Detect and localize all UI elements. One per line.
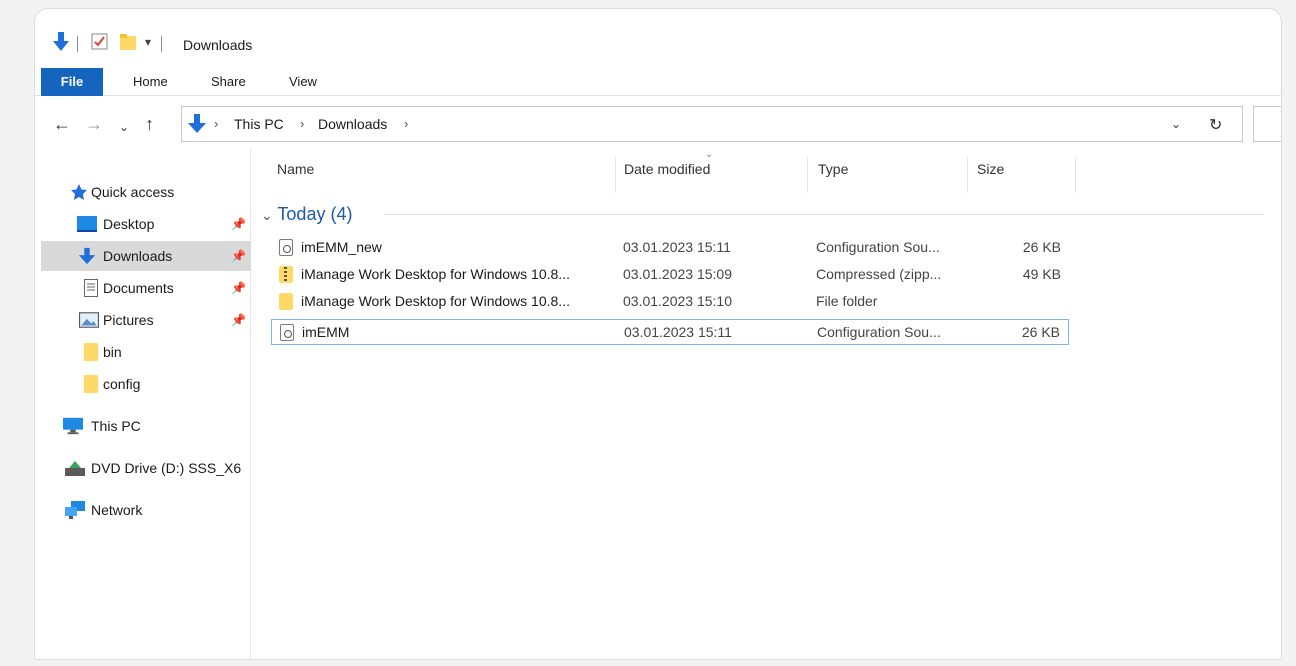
sidebar-item-label: DVD Drive (D:) SSS_X6 — [91, 460, 242, 476]
breadcrumb-this-pc[interactable]: This PC — [234, 116, 284, 132]
customize-toolbar-icon[interactable]: ▾ — [145, 35, 151, 49]
file-name: imEMM — [302, 324, 350, 340]
file-row[interactable]: iManage Work Desktop for Windows 10.8...… — [271, 262, 1069, 288]
computer-icon — [63, 417, 83, 435]
recent-locations-chevron-icon[interactable]: ⌄ — [119, 118, 129, 136]
tab-view[interactable]: View — [289, 68, 317, 96]
file-date: 03.01.2023 15:09 — [623, 266, 732, 282]
sidebar-item-config[interactable]: config — [43, 369, 251, 399]
group-label: Today (4) — [277, 204, 353, 224]
file-size: 49 KB — [1022, 266, 1061, 282]
pin-icon[interactable]: 📌 — [231, 273, 246, 303]
sidebar-item-network[interactable]: Network — [43, 495, 251, 525]
sidebar-item-label: Documents — [103, 280, 174, 296]
sidebar-item-label: Downloads — [103, 248, 173, 264]
sidebar-item-label: config — [103, 376, 141, 392]
network-icon — [65, 501, 85, 519]
breadcrumb-chevron-icon[interactable]: › — [214, 116, 218, 131]
collapse-chevron-icon[interactable]: ⌄ — [261, 207, 273, 223]
back-arrow-icon[interactable]: ← — [53, 115, 71, 133]
sidebar-item-label: Desktop — [103, 216, 155, 232]
sidebar-item-bin[interactable]: bin — [43, 337, 251, 367]
title-separator — [161, 36, 162, 52]
pin-icon[interactable]: 📌 — [231, 209, 246, 239]
file-type: File folder — [816, 293, 878, 309]
desktop-icon — [77, 216, 97, 232]
sidebar-item-pictures[interactable]: Pictures 📌 — [43, 305, 251, 335]
sidebar-item-documents[interactable]: Documents 📌 — [43, 273, 251, 303]
download-arrow-icon — [78, 247, 96, 265]
sort-chevron-icon: ⌄ — [705, 149, 714, 160]
star-icon — [71, 184, 87, 200]
file-row[interactable]: imEMM 03.01.2023 15:11 Configuration Sou… — [271, 319, 1069, 345]
refresh-icon[interactable]: ↻ — [1209, 115, 1222, 135]
column-header-name[interactable]: Name — [277, 161, 314, 177]
new-folder-icon[interactable] — [119, 33, 137, 51]
address-history-chevron-icon[interactable]: ⌄ — [1171, 117, 1181, 131]
tab-file[interactable]: File — [41, 68, 103, 96]
column-divider[interactable] — [967, 157, 968, 193]
sidebar-item-label: This PC — [91, 418, 141, 434]
file-explorer-window: ▾ Downloads File Home Share View ← → ⌄ ↑… — [34, 8, 1282, 660]
file-row[interactable]: imEMM_new 03.01.2023 15:11 Configuration… — [271, 235, 1069, 261]
file-type: Compressed (zipp... — [816, 266, 942, 282]
sidebar-item-this-pc[interactable]: This PC — [43, 411, 251, 441]
ribbon-tabs: File Home Share View — [35, 68, 1281, 96]
column-divider[interactable] — [807, 157, 808, 193]
file-name: iManage Work Desktop for Windows 10.8... — [301, 266, 570, 282]
file-type: Configuration Sou... — [817, 324, 941, 340]
sidebar-item-label: bin — [103, 344, 122, 360]
pin-icon[interactable]: 📌 — [231, 305, 246, 335]
column-header-type[interactable]: Type — [818, 161, 848, 177]
sidebar-item-label: Network — [91, 502, 143, 518]
folder-icon — [83, 343, 99, 361]
file-name: iManage Work Desktop for Windows 10.8... — [301, 293, 570, 309]
file-date: 03.01.2023 15:11 — [623, 239, 731, 255]
sidebar-item-label: Quick access — [91, 184, 175, 200]
address-bar[interactable]: › This PC › Downloads › — [181, 106, 1243, 142]
download-arrow-icon — [188, 114, 206, 133]
properties-icon[interactable] — [91, 33, 109, 51]
forward-arrow-icon[interactable]: → — [85, 115, 103, 133]
file-name: imEMM_new — [301, 239, 382, 255]
sidebar-item-desktop[interactable]: Desktop 📌 — [43, 209, 251, 239]
navigation-pane: Quick access Desktop 📌 Downloads 📌 Docum… — [35, 149, 251, 659]
sidebar-item-dvd-drive[interactable]: DVD Drive (D:) SSS_X6 — [43, 453, 251, 483]
pin-icon[interactable]: 📌 — [231, 241, 246, 271]
folder-icon — [83, 375, 99, 393]
document-icon — [84, 279, 98, 297]
sidebar-item-label: Pictures — [103, 312, 154, 328]
search-input[interactable] — [1253, 106, 1281, 142]
title-bar: ▾ Downloads — [35, 31, 1281, 61]
tab-home[interactable]: Home — [133, 68, 168, 96]
sidebar-item-downloads[interactable]: Downloads 📌 — [41, 241, 251, 271]
file-size: 26 KB — [1021, 324, 1060, 340]
up-arrow-icon[interactable]: ↑ — [145, 115, 154, 133]
group-divider — [385, 214, 1263, 215]
breadcrumb-chevron-icon[interactable]: › — [300, 116, 304, 131]
file-type: Configuration Sou... — [816, 239, 940, 255]
zip-folder-icon — [279, 266, 293, 283]
file-row[interactable]: iManage Work Desktop for Windows 10.8...… — [271, 289, 1069, 315]
column-divider[interactable] — [615, 157, 616, 193]
sidebar-item-quick-access[interactable]: Quick access — [43, 177, 251, 207]
column-header-size[interactable]: Size — [977, 161, 1004, 177]
file-date: 03.01.2023 15:11 — [624, 324, 732, 340]
column-divider[interactable] — [1075, 157, 1076, 193]
download-arrow-icon[interactable] — [53, 31, 69, 53]
breadcrumb-chevron-icon[interactable]: › — [404, 116, 408, 131]
column-header-date-modified[interactable]: Date modified — [624, 161, 710, 177]
file-size: 26 KB — [1022, 239, 1061, 255]
folder-icon — [279, 293, 293, 310]
group-header-today[interactable]: ⌄ Today (4) — [261, 204, 352, 225]
dvd-drive-icon — [65, 461, 85, 476]
pictures-icon — [79, 312, 99, 328]
breadcrumb-downloads[interactable]: Downloads — [318, 116, 387, 132]
window-title: Downloads — [183, 37, 253, 53]
config-file-icon — [279, 239, 293, 256]
tab-share[interactable]: Share — [211, 68, 246, 96]
file-date: 03.01.2023 15:10 — [623, 293, 732, 309]
config-file-icon — [280, 324, 294, 341]
title-separator — [77, 36, 78, 52]
